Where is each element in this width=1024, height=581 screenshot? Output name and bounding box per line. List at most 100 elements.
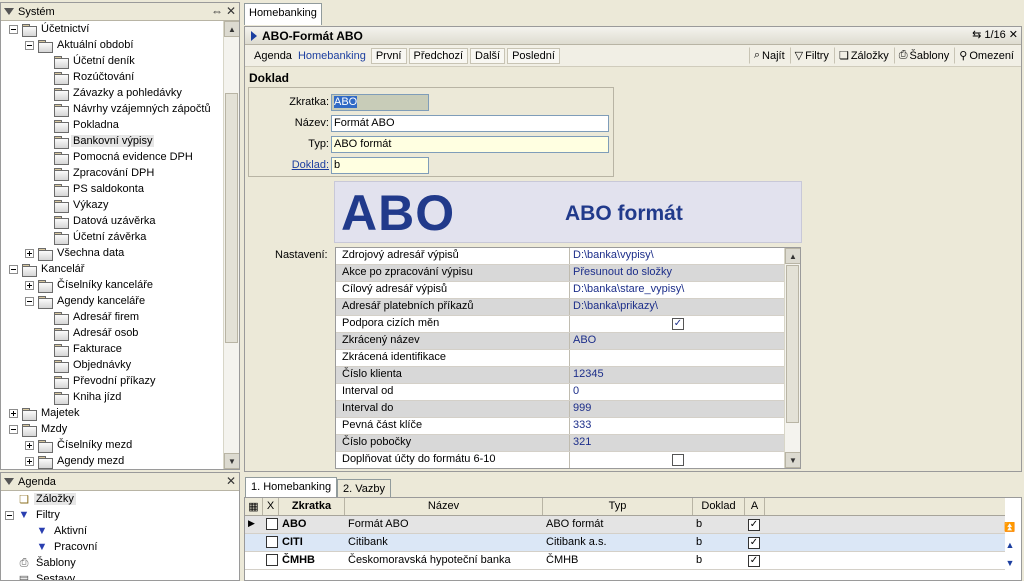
nazev-field[interactable]: Formát ABO: [331, 114, 609, 132]
settings-row[interactable]: Interval od 0: [336, 384, 786, 401]
tree-item[interactable]: Mzdy: [9, 421, 69, 437]
find-button[interactable]: ⌕ Najít: [748, 47, 790, 64]
system-tree-scrollbar[interactable]: ▲ ▼: [223, 21, 239, 469]
collapse-triangle-icon[interactable]: [4, 8, 14, 15]
first-button[interactable]: První: [370, 47, 407, 64]
tab-homebanking-list[interactable]: 1. Homebanking: [245, 477, 338, 499]
tree-item[interactable]: Agendy mezd: [25, 453, 126, 469]
setting-value[interactable]: [570, 350, 786, 366]
settings-row[interactable]: Podpora cizích měn ✓: [336, 316, 786, 333]
setting-value[interactable]: 12345: [570, 367, 786, 383]
setting-value[interactable]: 333: [570, 418, 786, 434]
settings-row[interactable]: Akce po zpracování výpisu Přesunout do sl…: [336, 265, 786, 282]
setting-value[interactable]: 321: [570, 435, 786, 451]
setting-value[interactable]: 999: [570, 401, 786, 417]
col-doklad-header[interactable]: Doklad: [693, 498, 745, 515]
prev-page-icon[interactable]: ▲: [1003, 538, 1017, 552]
expand-plus-icon[interactable]: [25, 440, 34, 450]
scroll-thumb[interactable]: [225, 93, 238, 343]
agenda-item[interactable]: ❏ Záložky: [5, 491, 76, 507]
prev-button[interactable]: Předchozí: [408, 47, 469, 64]
pin-icon[interactable]: ⇔: [211, 4, 223, 18]
tree-item[interactable]: Pomocná evidence DPH: [41, 149, 195, 165]
tab-homebanking[interactable]: Homebanking: [244, 3, 322, 25]
agenda-item[interactable]: ▼ Filtry: [5, 507, 62, 523]
agenda-value-link[interactable]: Homebanking: [293, 48, 371, 64]
tree-item[interactable]: Datová uzávěrka: [41, 213, 158, 229]
expand-plus-icon[interactable]: [9, 408, 18, 418]
scroll-down-icon[interactable]: ▼: [224, 453, 239, 469]
tree-item[interactable]: Majetek: [9, 405, 82, 421]
templates-button[interactable]: ⎙ Šablony: [893, 47, 955, 64]
tree-item[interactable]: PS saldokonta: [41, 181, 146, 197]
tree-item[interactable]: Objednávky: [41, 357, 133, 373]
scroll-up-icon[interactable]: ▲: [785, 248, 800, 264]
checkbox[interactable]: [266, 554, 278, 566]
next-page-icon[interactable]: ▼: [1003, 556, 1017, 570]
settings-row[interactable]: Číslo klienta 12345: [336, 367, 786, 384]
tree-item[interactable]: Číselníky kanceláře: [25, 277, 155, 293]
checkbox[interactable]: ✓: [748, 519, 760, 531]
doklad-field[interactable]: b: [331, 156, 429, 174]
setting-value[interactable]: ✓: [570, 316, 786, 332]
table-row[interactable]: CITI Citibank Citibank a.s. b ✓: [245, 534, 1005, 552]
doklad-label-link[interactable]: Doklad:: [292, 159, 329, 171]
agenda-item[interactable]: ▤ Sestavy: [5, 571, 77, 580]
bookmarks-button[interactable]: ❏ Záložky: [833, 47, 894, 64]
expand-plus-icon[interactable]: [25, 456, 34, 466]
table-row[interactable]: ČMHB Českomoravská hypoteční banka ČMHB b ✓: [245, 552, 1005, 570]
tree-item[interactable]: Adresář firem: [41, 309, 141, 325]
expand-plus-icon[interactable]: [25, 280, 34, 290]
scroll-up-icon[interactable]: ▲: [224, 21, 239, 37]
col-typ-header[interactable]: Typ: [543, 498, 693, 515]
tree-item[interactable]: Účetní deník: [41, 53, 137, 69]
agenda-item[interactable]: ▼ Pracovní: [23, 539, 99, 555]
tree-item[interactable]: Návrhy vzájemných zápočtů: [41, 101, 213, 117]
tree-item[interactable]: Rozúčtování: [41, 69, 136, 85]
settings-row[interactable]: Doplňovat účty do formátu 6-10: [336, 452, 786, 468]
restrictions-button[interactable]: ⚲ Omezení: [954, 47, 1019, 64]
tree-item[interactable]: Kancelář: [9, 261, 86, 277]
col-x-header[interactable]: X: [263, 498, 279, 515]
settings-row[interactable]: Interval do 999: [336, 401, 786, 418]
tree-item[interactable]: Výkazy: [41, 197, 110, 213]
col-zkratka-header[interactable]: Zkratka: [279, 498, 345, 515]
settings-row[interactable]: Zkrácená identifikace: [336, 350, 786, 367]
setting-value[interactable]: ABO: [570, 333, 786, 349]
tree-item[interactable]: Závazky a pohledávky: [41, 85, 184, 101]
next-button[interactable]: Další: [470, 47, 506, 64]
typ-field[interactable]: ABO formát: [331, 135, 609, 153]
scroll-thumb[interactable]: [786, 265, 799, 423]
setting-value[interactable]: 0: [570, 384, 786, 400]
settings-row[interactable]: Pevná část klíče 333: [336, 418, 786, 435]
col-a-header[interactable]: A: [745, 498, 765, 515]
settings-scrollbar[interactable]: ▲ ▼: [784, 248, 800, 468]
checkbox[interactable]: [266, 536, 278, 548]
col-nazev-header[interactable]: Název: [345, 498, 543, 515]
settings-row[interactable]: Číslo pobočky 321: [336, 435, 786, 452]
setting-value[interactable]: D:\banka\vypisy\: [570, 248, 786, 264]
scroll-down-icon[interactable]: ▼: [785, 452, 800, 468]
checkbox[interactable]: [266, 518, 278, 530]
tree-item[interactable]: Fakturace: [41, 341, 124, 357]
collapse-minus-icon[interactable]: [9, 264, 18, 274]
last-button[interactable]: Poslední: [507, 47, 560, 64]
close-icon[interactable]: ✕: [226, 474, 236, 488]
settings-row[interactable]: Cílový adresář výpisů D:\banka\stare_vypi…: [336, 282, 786, 299]
collapse-triangle-icon[interactable]: [4, 478, 14, 485]
settings-row[interactable]: Zkrácený název ABO: [336, 333, 786, 350]
tree-item[interactable]: Převodní příkazy: [41, 373, 158, 389]
grid-settings-icon[interactable]: ▦: [245, 498, 263, 515]
tree-item[interactable]: Číselníky mezd: [25, 437, 134, 453]
collapse-minus-icon[interactable]: [9, 424, 18, 434]
first-record-icon[interactable]: ⏫: [1003, 520, 1017, 534]
setting-value[interactable]: D:\banka\prikazy\: [570, 299, 786, 315]
tab-vazby[interactable]: 2. Vazby: [337, 479, 391, 499]
collapse-minus-icon[interactable]: [9, 24, 18, 34]
agenda-item[interactable]: ▼ Aktivní: [23, 523, 89, 539]
table-row[interactable]: ▶ ABO Formát ABO ABO formát b ✓: [245, 516, 1005, 534]
collapse-minus-icon[interactable]: [25, 296, 34, 306]
tree-item[interactable]: Všechna data: [25, 245, 126, 261]
tree-item[interactable]: Bankovní výpisy: [41, 133, 155, 149]
tree-item[interactable]: Účetní závěrka: [41, 229, 148, 245]
